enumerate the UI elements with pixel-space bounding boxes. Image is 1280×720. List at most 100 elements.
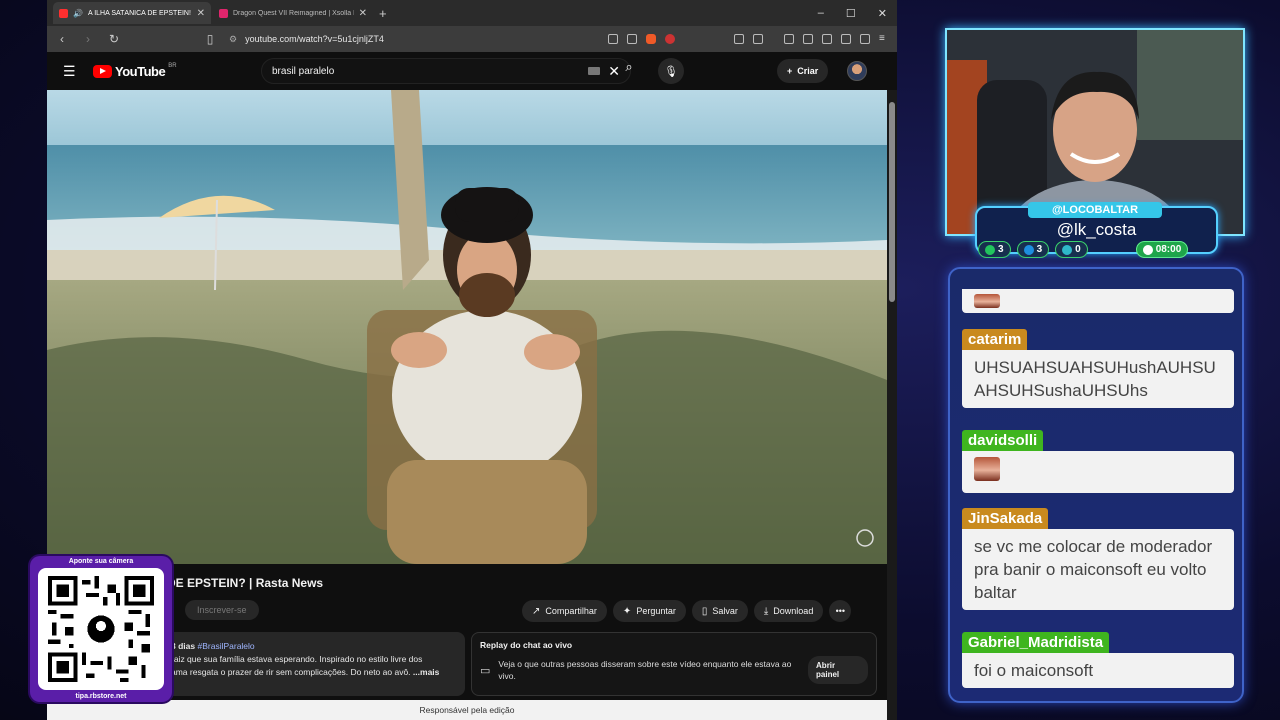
scroll-thumb[interactable]: [889, 102, 895, 302]
minimize-button[interactable]: –: [818, 7, 824, 20]
url-field[interactable]: ⚙ youtube.com/watch?v=5u1cjnljZT4: [229, 34, 596, 45]
close-icon[interactable]: ✕: [359, 8, 367, 19]
subscribe-button[interactable]: Inscrever-se: [185, 600, 259, 620]
sparkle-icon: ✦: [622, 605, 632, 617]
download-icon: ⤓: [763, 605, 769, 617]
youtube-play-icon: [93, 64, 112, 78]
video-title: DE EPSTEIN? | Rasta News: [167, 576, 324, 590]
telegram-icon: [1062, 244, 1073, 255]
maximize-button[interactable]: ☐: [846, 7, 856, 20]
extension-icon[interactable]: [734, 34, 744, 44]
youtube-favicon-icon: [59, 8, 68, 18]
music-icon[interactable]: [784, 34, 794, 44]
search-input[interactable]: brasil paralelo ✕: [261, 58, 631, 84]
brave-shield-icon[interactable]: [646, 34, 656, 44]
youtube-header: ☰ YouTube BR brasil paralelo ✕ ⌕ 🎙 + Cri…: [47, 52, 897, 90]
reload-icon[interactable]: ↻: [107, 32, 121, 46]
scrollbar[interactable]: [887, 90, 897, 720]
back-icon[interactable]: ‹: [55, 32, 69, 46]
message-body: [962, 289, 1234, 313]
video-frame: [47, 90, 887, 564]
stat-badge: 3: [978, 241, 1011, 258]
chat-icon: [985, 244, 995, 255]
hashtag-link[interactable]: #BrasilParalelo: [197, 641, 254, 651]
menu-icon[interactable]: ≡: [879, 34, 889, 44]
forward-icon[interactable]: ›: [81, 32, 95, 46]
description-line: ama resgata o prazer de rir sem complica…: [171, 667, 411, 677]
leo-icon[interactable]: [841, 34, 851, 44]
close-icon[interactable]: ✕: [197, 8, 205, 19]
cast-icon[interactable]: [608, 34, 618, 44]
chat-icon: ▭: [480, 664, 491, 677]
download-button[interactable]: ⤓ Download: [753, 600, 824, 622]
rewards-icon[interactable]: [665, 34, 675, 44]
plus-icon: +: [787, 66, 793, 76]
site-settings-icon[interactable]: ⚙: [229, 34, 237, 45]
tab-xsolla[interactable]: Dragon Quest VII Reimagined | Xsolla Par…: [213, 2, 373, 24]
emote-icon: [974, 457, 1000, 481]
video-actions: ↗ Compartilhar ✦ Perguntar ▯ Salvar ⤓ Do…: [522, 600, 852, 622]
chat-message-partial: [962, 289, 1234, 313]
video-player[interactable]: [47, 90, 887, 564]
new-tab-button[interactable]: +: [379, 6, 387, 21]
tab-strip: 🔊 A ILHA SATÂNICA DE EPSTEIN! | Ra ✕ Dra…: [47, 0, 897, 26]
extensions-bar: ≡: [608, 34, 889, 44]
bookmark-icon[interactable]: ▯: [203, 32, 217, 46]
close-window-button[interactable]: ✕: [878, 7, 887, 20]
stat-badge: 0: [1055, 241, 1088, 258]
chat-username: davidsolli: [962, 430, 1044, 451]
qr-widget: Aponte sua câmera tipa.rbstore.net: [30, 556, 172, 702]
keyboard-icon[interactable]: [588, 67, 601, 75]
screenshot-icon[interactable]: [753, 34, 763, 44]
chat-message: davidsolli: [962, 430, 1234, 493]
chat-username: Gabriel_Madridista: [962, 632, 1110, 653]
wallet-icon[interactable]: [822, 34, 832, 44]
chat-message: Gabriel_Madridista foi o maiconsoft: [962, 632, 1234, 688]
youtube-icon: [1023, 244, 1034, 255]
microphone-icon[interactable]: 🎙: [658, 58, 684, 84]
stat-value: 3: [1036, 244, 1043, 255]
save-label: Salvar: [712, 606, 738, 616]
download-label: Download: [773, 606, 814, 616]
whatsapp-icon: [1142, 244, 1153, 255]
chat-panel: catarim UHSUAHSUAHSUHushAUHSUAHSUHSushaU…: [948, 267, 1244, 703]
youtube-logo[interactable]: YouTube BR: [93, 63, 177, 79]
share-icon[interactable]: [627, 34, 637, 44]
chat-username: JinSakada: [962, 508, 1049, 529]
search-value: brasil paralelo: [272, 65, 335, 77]
description-box[interactable]: 3 dias #BrasilParalelo raiz que sua famí…: [165, 632, 465, 696]
hamburger-icon[interactable]: ☰: [63, 63, 79, 80]
open-panel-button[interactable]: Abrir painel: [808, 656, 868, 684]
qr-bottom-label: tipa.rbstore.net: [75, 693, 127, 700]
ask-button[interactable]: ✦ Perguntar: [612, 600, 686, 622]
clock-value: 08:00: [1155, 244, 1182, 255]
channel-tag: @LOCOBALTAR: [1028, 202, 1162, 218]
show-more-link[interactable]: ...mais: [413, 667, 439, 677]
vpn-icon[interactable]: [860, 34, 870, 44]
sidebar-icon[interactable]: [803, 34, 813, 44]
more-actions-button[interactable]: •••: [829, 600, 852, 622]
create-button[interactable]: + Criar: [777, 59, 829, 83]
bookmark-icon: ▯: [701, 605, 708, 617]
upload-age: 3 dias: [171, 641, 196, 651]
youtube-wordmark: YouTube: [115, 63, 166, 79]
message-body: se vc me colocar de moderador pra banir …: [962, 529, 1234, 610]
tab-title: Dragon Quest VII Reimagined | Xsolla Par…: [233, 9, 354, 17]
stat-badge: 3: [1016, 241, 1050, 258]
share-button[interactable]: ↗ Compartilhar: [522, 600, 607, 622]
qr-pattern: [48, 576, 154, 682]
search-icon[interactable]: ⌕: [617, 59, 641, 75]
stat-value: 3: [998, 244, 1004, 255]
bottom-bar: Responsável pela edição: [47, 700, 887, 720]
save-button[interactable]: ▯ Salvar: [691, 600, 748, 622]
tab-youtube[interactable]: 🔊 A ILHA SATÂNICA DE EPSTEIN! | Ra ✕: [53, 2, 211, 24]
stream-stats: 3 3 0 08:00: [978, 241, 1189, 258]
avatar[interactable]: [847, 61, 867, 81]
share-label: Compartilhar: [545, 606, 597, 616]
message-body: [962, 451, 1234, 493]
window-controls: – ☐ ✕: [818, 7, 897, 20]
chat-message: catarim UHSUAHSUAHSUHushAUHSUAHSUHSushaU…: [962, 329, 1234, 408]
address-bar: ‹ › ↻ ▯ ⚙ youtube.com/watch?v=5u1cjnljZT…: [47, 26, 897, 52]
replay-text: Veja o que outras pessoas disseram sobre…: [498, 659, 792, 681]
xsolla-favicon-icon: [219, 8, 228, 18]
